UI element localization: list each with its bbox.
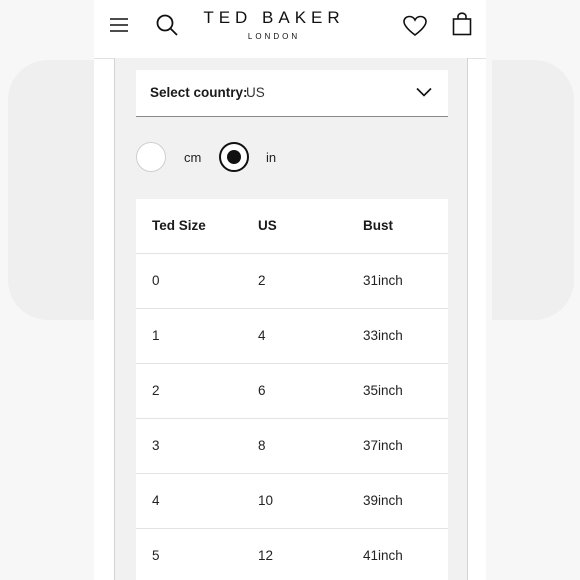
table-row: 2 6 35inch — [136, 364, 448, 419]
brand-logo[interactable]: TED BAKER — [194, 8, 354, 28]
column-header-us: US — [258, 218, 277, 233]
table-row: 0 2 31inch — [136, 254, 448, 309]
unit-label-in[interactable]: in — [266, 150, 276, 165]
size-guide-panel: Select country: US cm in Ted Size US Bus… — [114, 58, 468, 580]
table-cell: 2 — [152, 383, 160, 398]
table-cell: 0 — [152, 273, 160, 288]
table-cell: 41inch — [363, 548, 403, 563]
search-icon[interactable] — [155, 13, 179, 37]
table-cell: 4 — [152, 493, 160, 508]
table-cell: 33inch — [363, 328, 403, 343]
country-select-value: US — [246, 85, 265, 100]
site-header: TED BAKER LONDON — [94, 0, 486, 59]
background-shape-right — [492, 60, 574, 320]
column-header-bust: Bust — [363, 218, 393, 233]
table-cell: 1 — [152, 328, 160, 343]
bag-icon[interactable] — [452, 12, 472, 36]
table-header-row: Ted Size US Bust — [136, 199, 448, 254]
table-cell: 31inch — [363, 273, 403, 288]
table-row: 1 4 33inch — [136, 309, 448, 364]
radio-in[interactable] — [219, 142, 249, 172]
brand-logo-subtitle: LONDON — [247, 32, 301, 41]
unit-toggle: cm in — [136, 142, 448, 174]
table-row: 3 8 37inch — [136, 419, 448, 474]
size-table: Ted Size US Bust 0 2 31inch 1 4 33inch 2… — [136, 199, 448, 580]
table-row: 5 12 41inch — [136, 529, 448, 580]
table-cell: 2 — [258, 273, 266, 288]
table-cell: 10 — [258, 493, 274, 508]
mobile-page: TED BAKER LONDON Select country: US cm i… — [94, 0, 486, 580]
heart-icon[interactable] — [403, 15, 427, 37]
table-cell: 3 — [152, 438, 160, 453]
unit-label-cm[interactable]: cm — [184, 150, 201, 165]
table-cell: 39inch — [363, 493, 403, 508]
table-row: 4 10 39inch — [136, 474, 448, 529]
table-cell: 6 — [258, 383, 266, 398]
table-cell: 35inch — [363, 383, 403, 398]
table-cell: 4 — [258, 328, 266, 343]
table-cell: 8 — [258, 438, 266, 453]
table-cell: 37inch — [363, 438, 403, 453]
radio-cm[interactable] — [136, 142, 166, 172]
radio-selected-dot — [227, 150, 241, 164]
table-cell: 12 — [258, 548, 274, 563]
chevron-down-icon[interactable] — [416, 87, 432, 97]
country-select-label: Select country: — [150, 85, 248, 100]
table-cell: 5 — [152, 548, 160, 563]
country-select[interactable]: Select country: US — [136, 70, 448, 117]
menu-icon[interactable] — [109, 17, 129, 33]
background-shape-left — [8, 60, 94, 320]
column-header-ted-size: Ted Size — [152, 218, 206, 233]
